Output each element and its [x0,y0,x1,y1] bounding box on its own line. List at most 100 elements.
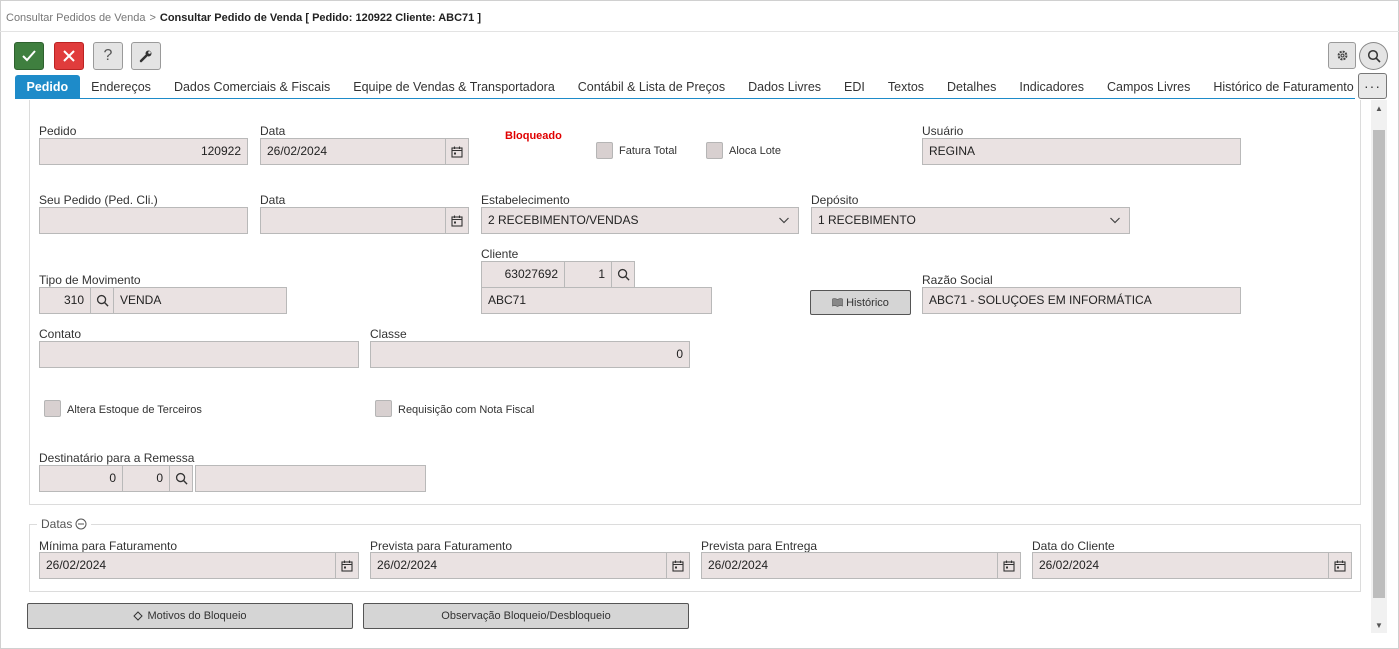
search-icon [96,294,109,307]
breadcrumb-separator: > [149,12,156,24]
scroll-down-arrow[interactable]: ▼ [1373,621,1385,630]
tipo-movimento-desc-field[interactable]: VENDA [113,287,287,314]
breadcrumb-parent[interactable]: Consultar Pedidos de Venda [6,12,145,24]
tab-detalhes[interactable]: Detalhes [936,75,1008,99]
global-search-button[interactable] [1359,42,1388,70]
estabelecimento-value: 2 RECEBIMENTO/VENDAS [488,213,639,227]
scroll-up-arrow[interactable]: ▲ [1373,104,1385,113]
destinatario-search-button[interactable] [169,465,193,492]
minus-circle-icon [75,518,87,530]
data-label: Data [260,124,286,138]
pedido-field[interactable]: 120922 [39,138,248,165]
tab-campos-livres[interactable]: Campos Livres [1096,75,1202,99]
historico-button[interactable]: Histórico [810,290,911,315]
contato-label: Contato [39,327,82,341]
scrollbar-thumb[interactable] [1373,130,1385,598]
minima-faturamento-field[interactable]: 26/02/2024 [39,552,336,579]
more-icon: ··· [1364,78,1381,94]
help-button[interactable]: ? [93,42,123,70]
prevista-faturamento-calendar-button[interactable] [666,552,690,579]
settings-button[interactable] [1328,42,1356,69]
deposito-select[interactable]: 1 RECEBIMENTO [811,207,1130,234]
data-cliente-field[interactable]: 26/02/2024 [1032,552,1329,579]
seu-pedido-field[interactable] [39,207,248,234]
tab-contabil-lista-de-precos[interactable]: Contábil & Lista de Preços [566,75,736,99]
motivos-bloqueio-label: Motivos do Bloqueio [147,610,247,622]
data2-calendar-button[interactable] [445,207,469,234]
observacao-bloqueio-button[interactable]: Observação Bloqueio/Desbloqueio [363,603,689,629]
cancel-button[interactable] [54,42,84,70]
tab-edi[interactable]: EDI [833,75,877,99]
prevista-entrega-label: Prevista para Entrega [701,539,818,553]
tab-enderecos[interactable]: Endereços [80,75,163,99]
chevron-down-icon [779,217,789,224]
fatura-total-checkbox[interactable] [596,142,613,159]
datas-legend-label: Datas [41,517,73,531]
altera-estoque-label: Altera Estoque de Terceiros [67,404,202,416]
calendar-icon [341,560,353,572]
minima-faturamento-calendar-button[interactable] [335,552,359,579]
altera-estoque-checkbox[interactable] [44,400,61,417]
classe-field[interactable]: 0 [370,341,690,368]
tab-historico-de-faturamento[interactable]: Histórico de Faturamento [1202,75,1365,99]
cliente-code-field[interactable]: 63027692 [481,261,565,288]
prevista-entrega-field[interactable]: 26/02/2024 [701,552,998,579]
destinatario-desc-field[interactable] [195,465,426,492]
razao-social-label: Razão Social [922,273,993,287]
data-cliente-calendar-button[interactable] [1328,552,1352,579]
deposito-label: Depósito [811,193,859,207]
tab-textos[interactable]: Textos [876,75,935,99]
data2-label: Data [260,193,286,207]
datas-legend[interactable]: Datas [37,517,92,531]
cliente-seq-field[interactable]: 1 [564,261,612,288]
search-icon [1367,49,1381,63]
help-label: ? [103,47,113,64]
cliente-label: Cliente [481,247,519,261]
close-icon [63,50,75,62]
destinatario-code-a-field[interactable]: 0 [39,465,123,492]
prevista-faturamento-field[interactable]: 26/02/2024 [370,552,667,579]
tipo-movimento-search-button[interactable] [90,287,114,314]
contato-field[interactable] [39,341,359,368]
chevron-down-icon [1110,217,1120,224]
data-cliente-label: Data do Cliente [1032,539,1115,553]
tab-dados-comerciais-fiscais[interactable]: Dados Comerciais & Fiscais [162,75,341,99]
header-divider [0,31,1399,32]
requisicao-checkbox[interactable] [375,400,392,417]
estabelecimento-select[interactable]: 2 RECEBIMENTO/VENDAS [481,207,799,234]
cliente-name-field[interactable]: ABC71 [481,287,712,314]
calendar-icon [1003,560,1015,572]
data-calendar-button[interactable] [445,138,469,165]
cliente-search-button[interactable] [611,261,635,288]
data2-field[interactable] [260,207,446,234]
confirm-button[interactable] [14,42,44,70]
deposito-value: 1 RECEBIMENTO [818,213,916,227]
tipo-movimento-label: Tipo de Movimento [39,273,141,287]
fatura-total-label: Fatura Total [619,145,677,157]
usuario-field[interactable]: REGINA [922,138,1241,165]
tab-bar: Pedido Endereços Dados Comerciais & Fiscai… [15,75,1365,99]
requisicao-label: Requisição com Nota Fiscal [398,404,535,416]
calendar-icon [1334,560,1346,572]
breadcrumb-current: Consultar Pedido de Venda [ Pedido: 1209… [159,12,481,24]
tab-dados-livres[interactable]: Dados Livres [737,75,833,99]
destinatario-label: Destinatário para a Remessa [39,451,195,465]
tab-indicadores[interactable]: Indicadores [1008,75,1096,99]
estabelecimento-label: Estabelecimento [481,193,570,207]
razao-social-field[interactable]: ABC71 - SOLUÇOES EM INFORMÁTICA [922,287,1241,314]
tab-equipe-de-vendas-transportadora[interactable]: Equipe de Vendas & Transportadora [342,75,567,99]
destinatario-code-b-field[interactable]: 0 [122,465,170,492]
gear-icon [1337,50,1347,61]
prevista-entrega-calendar-button[interactable] [997,552,1021,579]
aloca-lote-checkbox[interactable] [706,142,723,159]
tipo-movimento-code-field[interactable]: 310 [39,287,91,314]
breadcrumb: Consultar Pedidos de Venda > Consultar Ped… [6,12,481,24]
data-field[interactable]: 26/02/2024 [260,138,446,165]
minima-faturamento-label: Mínima para Faturamento [39,539,178,553]
observacao-bloqueio-label: Observação Bloqueio/Desbloqueio [441,610,611,622]
motivos-bloqueio-button[interactable]: Motivos do Bloqueio [27,603,353,629]
classe-label: Classe [370,327,407,341]
historico-label: Histórico [846,296,889,309]
tab-pedido[interactable]: Pedido [15,75,80,99]
tools-button[interactable] [131,42,161,70]
